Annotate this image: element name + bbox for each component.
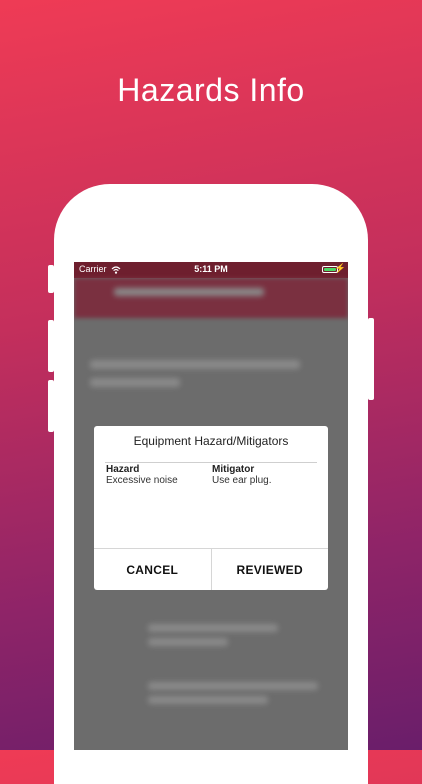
blurred-text-line xyxy=(148,696,268,704)
phone-power-button xyxy=(368,318,374,400)
mitigator-value: Use ear plug. xyxy=(212,475,272,486)
status-bar: Carrier 5:11 PM ⚡ xyxy=(74,262,348,278)
charging-bolt-icon: ⚡ xyxy=(334,263,346,273)
blurred-title xyxy=(114,288,264,296)
blurred-text-line xyxy=(148,624,278,632)
headline: Hazards Info xyxy=(117,72,305,108)
status-time: 5:11 PM xyxy=(194,264,228,274)
mitigator-header: Mitigator xyxy=(212,464,255,475)
blurred-text-line xyxy=(148,638,228,646)
blurred-text-line xyxy=(90,360,300,369)
hazard-dialog: Equipment Hazard/Mitigators Hazard Exces… xyxy=(94,426,328,590)
reviewed-button[interactable]: REVIEWED xyxy=(210,549,329,590)
hazard-header: Hazard xyxy=(106,464,140,475)
cancel-button[interactable]: CANCEL xyxy=(94,549,211,590)
hazard-value: Excessive noise xyxy=(106,475,178,486)
mitigator-column: Mitigator Use ear plug. xyxy=(212,464,271,486)
blurred-nav-bar xyxy=(74,278,348,318)
blurred-text-line xyxy=(90,378,180,387)
dialog-title: Equipment Hazard/Mitigators xyxy=(133,434,289,448)
blurred-text-line xyxy=(148,682,318,690)
dialog-actions: CANCEL REVIEWED xyxy=(94,548,328,590)
hazard-column: Hazard Excessive noise xyxy=(106,464,178,486)
dialog-divider xyxy=(105,462,317,463)
